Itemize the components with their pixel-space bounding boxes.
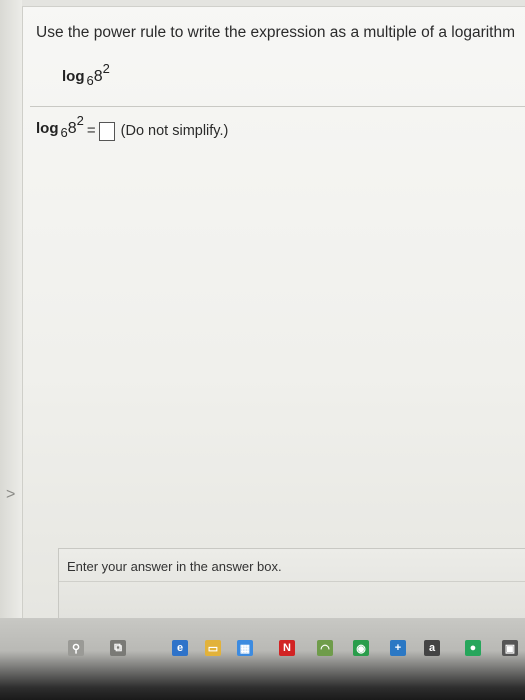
- section-divider: [30, 106, 525, 107]
- equals-sign: =: [86, 122, 96, 139]
- answer-log-exponent: 2: [76, 113, 84, 128]
- answer-log-func: log: [36, 120, 59, 137]
- explorer-icon[interactable]: ▭: [205, 640, 221, 656]
- question-page: Use the power rule to write the expressi…: [0, 0, 525, 619]
- store-icon[interactable]: ▦: [237, 640, 253, 656]
- log-func: log: [62, 68, 85, 85]
- edge-icon[interactable]: e: [172, 640, 188, 656]
- do-not-simplify-note: (Do not simplify.): [120, 123, 229, 139]
- answer-log-base: 6: [60, 125, 68, 140]
- green-app-icon[interactable]: ●: [465, 640, 481, 656]
- left-rail: [0, 0, 23, 618]
- answer-line: log 682 = (Do not simplify.): [36, 113, 229, 142]
- given-expression: log 682: [62, 61, 110, 88]
- chevron-right-icon[interactable]: >: [6, 486, 15, 504]
- amazon-icon[interactable]: a: [424, 640, 440, 656]
- answer-expression: log 682: [36, 113, 84, 140]
- speed-icon[interactable]: ◠: [317, 640, 333, 656]
- log-base: 6: [86, 73, 94, 88]
- taskview-icon[interactable]: ⧉: [110, 640, 126, 656]
- help-panel: Enter your answer in the answer box.: [58, 548, 525, 619]
- help-text: Enter your answer in the answer box.: [67, 559, 282, 574]
- log-exponent: 2: [102, 61, 110, 76]
- question-prompt: Use the power rule to write the expressi…: [36, 24, 516, 41]
- taskbar: ⚲ ⧉ e ▭ ▦ N ◠ ◉ + a ● ▣: [0, 618, 525, 700]
- help-separator: [59, 581, 525, 582]
- search-icon[interactable]: ⚲: [68, 640, 84, 656]
- top-edge: [22, 0, 525, 7]
- plus-icon[interactable]: +: [390, 640, 406, 656]
- answer-log-argument: 8: [67, 120, 77, 137]
- chrome-icon[interactable]: ◉: [353, 640, 369, 656]
- netflix-icon[interactable]: N: [279, 640, 295, 656]
- log-argument: 8: [93, 68, 103, 85]
- answer-input-box[interactable]: [98, 122, 115, 141]
- photo-icon[interactable]: ▣: [502, 640, 518, 656]
